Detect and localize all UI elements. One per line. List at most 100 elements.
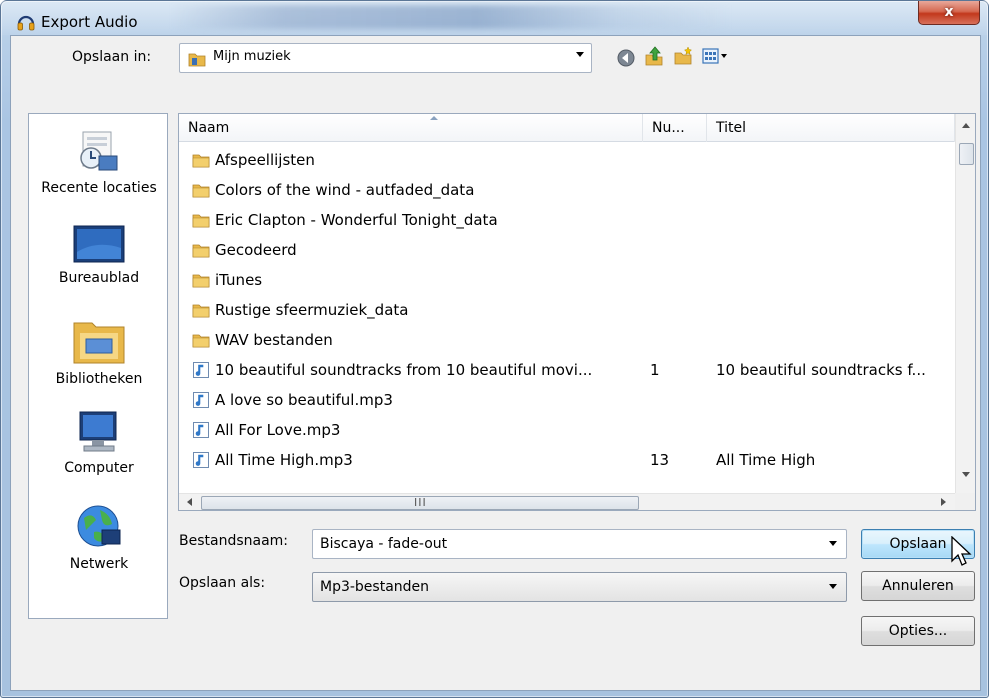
file-name: Afspeellijsten bbox=[215, 151, 315, 169]
back-icon[interactable] bbox=[616, 48, 636, 68]
cell-name: Gecodeerd bbox=[192, 235, 642, 265]
close-button[interactable]: x bbox=[918, 1, 980, 25]
table-row[interactable]: 10 beautiful soundtracks from 10 beautif… bbox=[179, 355, 955, 385]
place-recent-locations[interactable]: Recente locaties bbox=[29, 128, 169, 196]
place-label: Netwerk bbox=[69, 556, 129, 572]
place-computer[interactable]: Computer bbox=[29, 408, 169, 476]
options-button[interactable]: Opties... bbox=[861, 616, 975, 646]
vertical-scroll-thumb[interactable] bbox=[959, 143, 974, 165]
table-row[interactable]: All Time High.mp3 13 All Time High bbox=[179, 445, 955, 475]
cell-title bbox=[716, 265, 952, 295]
column-header-name[interactable]: Naam bbox=[179, 114, 643, 142]
title-bar[interactable]: Export Audio x bbox=[1, 1, 988, 35]
filename-input[interactable]: Biscaya - fade-out bbox=[312, 529, 847, 559]
file-name: All Time High.mp3 bbox=[215, 451, 353, 469]
table-row[interactable]: Afspeellijsten bbox=[179, 145, 955, 175]
audio-file-icon bbox=[193, 392, 209, 408]
cell-title bbox=[716, 205, 952, 235]
cell-name: Eric Clapton - Wonderful Tonight_data bbox=[192, 205, 642, 235]
cell-name: iTunes bbox=[192, 265, 642, 295]
folder-icon bbox=[192, 184, 210, 198]
save-in-value: Mijn muziek bbox=[213, 49, 291, 64]
file-name: All For Love.mp3 bbox=[215, 421, 341, 439]
cancel-button[interactable]: Annuleren bbox=[861, 571, 975, 601]
place-label: Computer bbox=[64, 460, 134, 476]
cell-number: 1 bbox=[650, 361, 660, 379]
column-header-number[interactable]: Nu... bbox=[643, 114, 707, 142]
cell-number bbox=[650, 265, 698, 295]
column-header-row: Naam Nu... Titel bbox=[179, 114, 955, 142]
cell-name: A love so beautiful.mp3 bbox=[192, 385, 642, 415]
horizontal-scroll-thumb[interactable]: III bbox=[201, 496, 639, 510]
new-folder-icon[interactable] bbox=[673, 46, 693, 66]
chevron-down-icon bbox=[576, 52, 584, 57]
scroll-up-icon[interactable] bbox=[962, 123, 970, 128]
cell-title bbox=[716, 145, 952, 175]
folder-icon bbox=[192, 154, 210, 168]
place-label: Bureaublad bbox=[58, 270, 140, 286]
cell-number bbox=[650, 205, 698, 235]
horizontal-scrollbar[interactable]: III bbox=[179, 493, 955, 510]
save-in-label: Opslaan in: bbox=[72, 49, 152, 65]
audio-file-icon bbox=[193, 422, 209, 438]
cell-title: 10 beautiful soundtracks f... bbox=[716, 361, 926, 379]
cell-number bbox=[650, 145, 698, 175]
computer-icon bbox=[79, 411, 117, 452]
column-header-name-label: Naam bbox=[188, 120, 230, 136]
scroll-down-icon[interactable] bbox=[962, 472, 970, 477]
cell-title bbox=[716, 415, 952, 445]
cell-title bbox=[716, 325, 952, 355]
table-row[interactable]: All For Love.mp3 bbox=[179, 415, 955, 445]
export-audio-dialog: Export Audio x Opslaan in: Mijn muziek R… bbox=[0, 0, 989, 698]
music-folder-icon bbox=[188, 53, 206, 67]
vertical-scrollbar[interactable] bbox=[955, 114, 975, 493]
file-name: A love so beautiful.mp3 bbox=[215, 391, 393, 409]
file-name: 10 beautiful soundtracks from 10 beautif… bbox=[215, 361, 593, 379]
cell-title bbox=[716, 385, 952, 415]
place-libraries[interactable]: Bibliotheken bbox=[29, 315, 169, 387]
up-folder-icon[interactable] bbox=[644, 46, 664, 66]
filename-value: Biscaya - fade-out bbox=[320, 536, 448, 552]
column-header-title[interactable]: Titel bbox=[707, 114, 955, 142]
chevron-down-icon[interactable] bbox=[829, 541, 837, 546]
table-row[interactable]: WAV bestanden bbox=[179, 325, 955, 355]
dialog-client-area: Opslaan in: Mijn muziek Recente locaties… bbox=[10, 35, 981, 691]
audio-file-icon bbox=[193, 362, 209, 378]
cell-title bbox=[716, 295, 952, 325]
table-row[interactable]: Eric Clapton - Wonderful Tonight_data bbox=[179, 205, 955, 235]
place-label: Recente locaties bbox=[41, 180, 157, 196]
cell-number bbox=[650, 385, 698, 415]
file-name: Eric Clapton - Wonderful Tonight_data bbox=[215, 211, 498, 229]
cell-name: 10 beautiful soundtracks from 10 beautif… bbox=[192, 355, 642, 385]
cell-name: Colors of the wind - autfaded_data bbox=[192, 175, 642, 205]
save-in-combobox[interactable]: Mijn muziek bbox=[179, 43, 592, 73]
file-name: WAV bestanden bbox=[215, 331, 333, 349]
table-row[interactable]: Rustige sfeermuziek_data bbox=[179, 295, 955, 325]
file-name: Gecodeerd bbox=[215, 241, 297, 259]
places-bar: Recente locaties Bureaublad Bibliotheken bbox=[28, 113, 168, 619]
place-network[interactable]: Netwerk bbox=[29, 502, 169, 572]
table-row[interactable]: Gecodeerd bbox=[179, 235, 955, 265]
cell-number bbox=[650, 295, 698, 325]
file-name: Rustige sfeermuziek_data bbox=[215, 301, 409, 319]
table-row[interactable]: iTunes bbox=[179, 265, 955, 295]
filetype-select[interactable]: Mp3-bestanden bbox=[312, 572, 847, 602]
place-desktop[interactable]: Bureaublad bbox=[29, 222, 169, 286]
filename-label: Bestandsnaam: bbox=[179, 533, 289, 549]
filetype-label: Opslaan als: bbox=[179, 575, 266, 591]
cell-name: Rustige sfeermuziek_data bbox=[192, 295, 642, 325]
folder-icon bbox=[192, 304, 210, 318]
cell-name: Afspeellijsten bbox=[192, 145, 642, 175]
table-row[interactable]: Colors of the wind - autfaded_data bbox=[179, 175, 955, 205]
headphones-icon bbox=[17, 15, 35, 31]
folder-icon bbox=[192, 244, 210, 258]
scroll-right-icon[interactable] bbox=[941, 498, 946, 506]
folder-icon bbox=[192, 214, 210, 228]
view-menu-icon[interactable] bbox=[702, 46, 732, 66]
cell-number: 13 bbox=[650, 451, 670, 469]
table-row[interactable]: A love so beautiful.mp3 bbox=[179, 385, 955, 415]
scroll-left-icon[interactable] bbox=[187, 498, 192, 506]
cell-name: All For Love.mp3 bbox=[192, 415, 642, 445]
place-label: Bibliotheken bbox=[55, 371, 143, 387]
file-name: Colors of the wind - autfaded_data bbox=[215, 181, 475, 199]
